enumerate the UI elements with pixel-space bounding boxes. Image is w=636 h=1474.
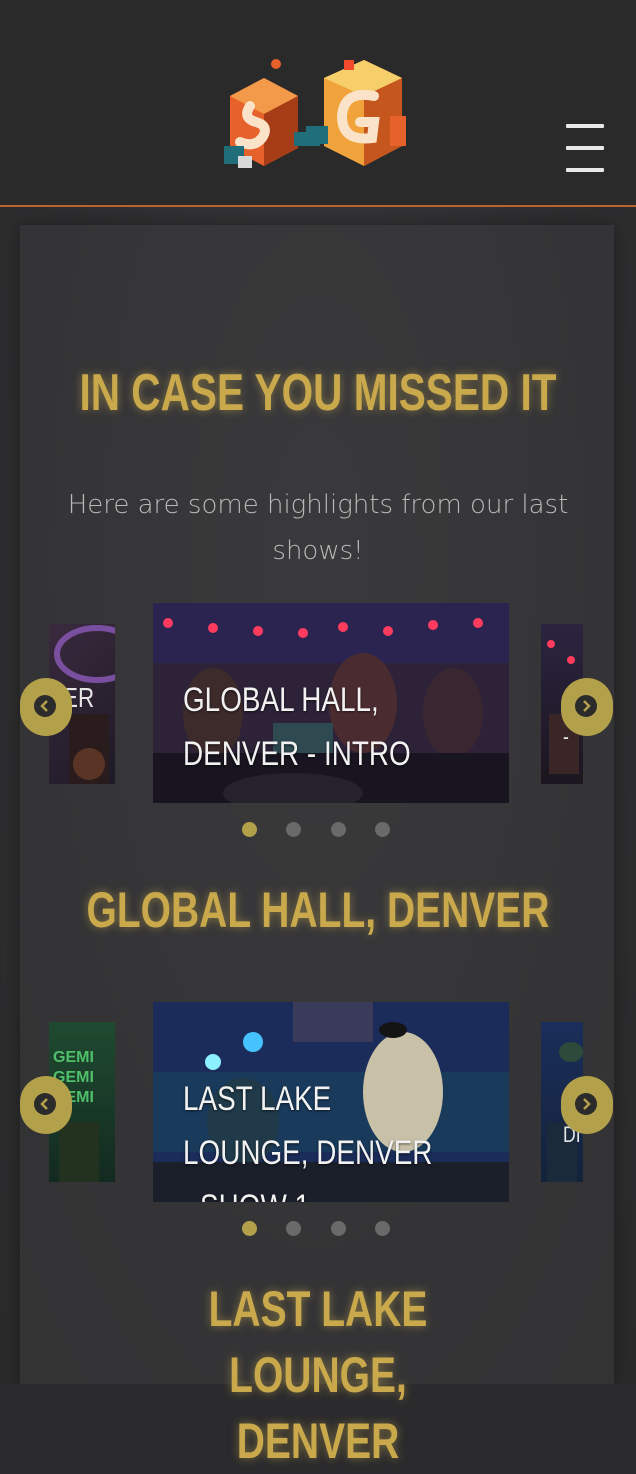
carousel-next-button[interactable] — [561, 1076, 613, 1134]
carousel-indicators — [232, 822, 412, 838]
carousel-prev-button[interactable] — [20, 1076, 72, 1134]
carousel-indicators — [232, 1221, 412, 1237]
section-title: IN CASE YOU MISSED IT — [79, 364, 557, 422]
indicator-dot[interactable] — [375, 822, 390, 837]
carousel-heading: LAST LAKE LOUNGE, DENVER — [208, 1281, 428, 1469]
section-subtitle: Here are some highlights from our last s… — [67, 490, 569, 566]
svg-text:GEMI: GEMI — [53, 1049, 94, 1066]
carousel-next-button[interactable] — [561, 678, 613, 736]
indicator-dot[interactable] — [331, 1221, 346, 1236]
indicator-dot[interactable] — [331, 822, 346, 837]
carousel-heading: GLOBAL HALL, DENVER — [86, 882, 550, 938]
indicator-dot[interactable] — [242, 1221, 257, 1236]
indicator-dot[interactable] — [286, 1221, 301, 1236]
hamburger-menu-icon[interactable] — [564, 124, 606, 174]
slide-caption: GLOBAL HALL, DENVER - INTRO — [183, 681, 411, 773]
indicator-dot[interactable] — [242, 822, 257, 837]
carousel-prev-button[interactable] — [20, 678, 72, 736]
sg-logo[interactable] — [224, 56, 410, 174]
slide-main[interactable]: GLOBAL HALL, DENVER - INTRO — [153, 603, 509, 803]
site-header — [0, 0, 636, 207]
indicator-dot[interactable] — [286, 822, 301, 837]
indicator-dot[interactable] — [375, 1221, 390, 1236]
slide-caption: LAST LAKE LOUNGE, DENVER - SHOW 1 — [183, 1080, 433, 1202]
slide-main[interactable]: LAST LAKE LOUNGE, DENVER - SHOW 1 — [153, 1002, 509, 1202]
